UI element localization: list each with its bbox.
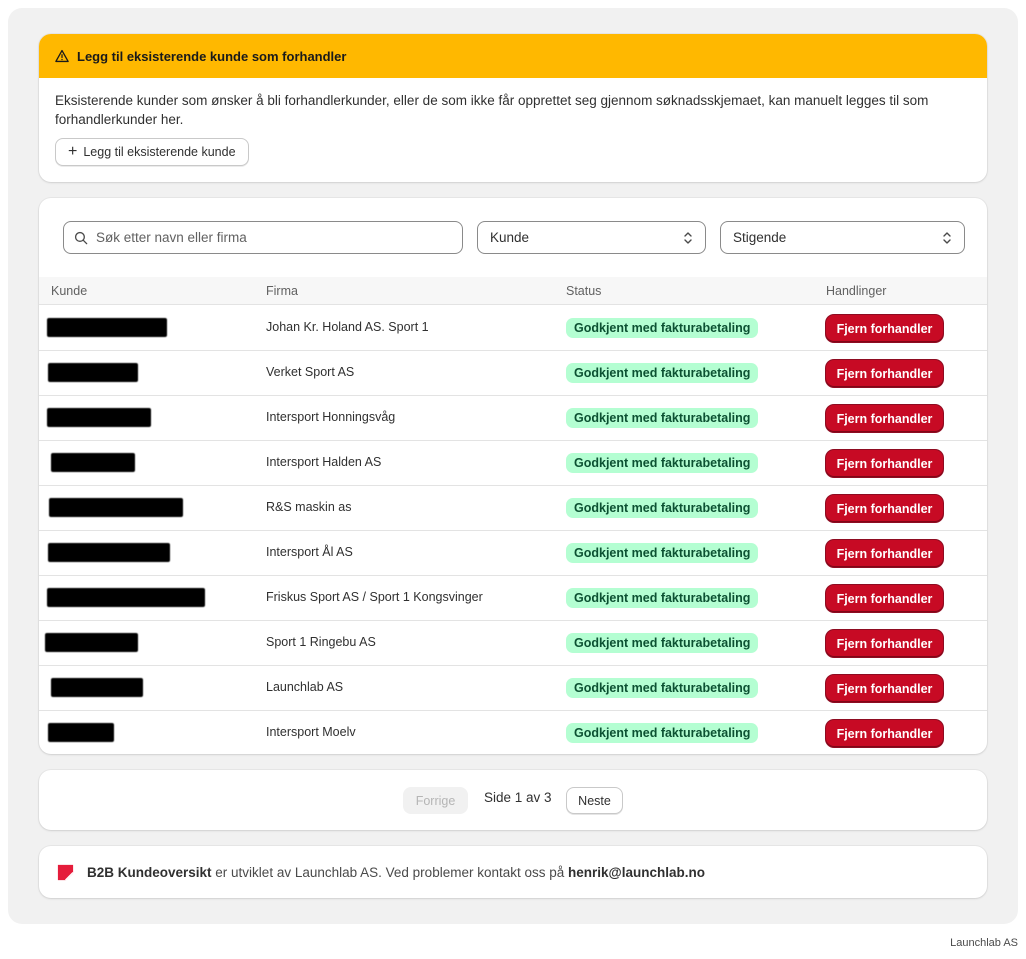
redacted-customer-name: [51, 453, 135, 472]
status-badge: Godkjent med fakturabetaling: [566, 633, 759, 653]
add-existing-customer-label: Legg til eksisterende kunde: [83, 145, 236, 159]
column-header-handlinger: Handlinger: [826, 284, 887, 298]
remove-reseller-button[interactable]: Fjern forhandler: [826, 360, 943, 387]
redacted-customer-name: [48, 723, 114, 742]
remove-reseller-button[interactable]: Fjern forhandler: [826, 450, 943, 477]
sort-field-select[interactable]: Kunde: [477, 221, 706, 254]
previous-page-button[interactable]: Forrige: [403, 787, 468, 814]
redacted-customer-name: [47, 318, 167, 337]
redacted-customer-name: [47, 588, 205, 607]
launchlab-logo-icon: [57, 864, 74, 881]
remove-reseller-button[interactable]: Fjern forhandler: [826, 495, 943, 522]
sort-field-value: Kunde: [490, 230, 530, 245]
status-badge: Godkjent med fakturabetaling: [566, 453, 759, 473]
select-chevron-icon: [942, 231, 952, 245]
redacted-customer-name: [45, 633, 138, 652]
warning-icon: [55, 49, 69, 63]
status-badge: Godkjent med fakturabetaling: [566, 318, 759, 338]
next-page-button[interactable]: Neste: [566, 787, 623, 814]
column-header-firma: Firma: [266, 284, 298, 298]
remove-reseller-button[interactable]: Fjern forhandler: [826, 405, 943, 432]
add-existing-customer-card: Legg til eksisterende kunde som forhandl…: [39, 34, 987, 182]
table-header: Kunde Firma Status Handlinger: [39, 277, 987, 305]
plus-icon: +: [68, 143, 78, 160]
search-icon: [74, 231, 88, 244]
footer-email-link[interactable]: henrik@launchlab.no: [568, 865, 705, 880]
remove-reseller-button[interactable]: Fjern forhandler: [826, 540, 943, 567]
page-indicator: Side 1 av 3: [484, 790, 552, 805]
table-row: Verket Sport AS Godkjent med fakturabeta…: [39, 351, 987, 396]
table-row: Intersport Honningsvåg Godkjent med fakt…: [39, 396, 987, 441]
pagination-card: Forrige Side 1 av 3 Neste: [39, 770, 987, 830]
search-field[interactable]: [63, 221, 463, 254]
banner-description: Eksisterende kunder som ønsker å bli for…: [55, 93, 929, 127]
status-badge: Godkjent med fakturabetaling: [566, 408, 759, 428]
banner-header: Legg til eksisterende kunde som forhandl…: [39, 34, 987, 78]
firma-cell: Launchlab AS: [266, 680, 344, 694]
sort-order-select[interactable]: Stigende: [720, 221, 965, 254]
table-row: Intersport Ål AS Godkjent med fakturabet…: [39, 531, 987, 576]
column-header-kunde: Kunde: [51, 284, 88, 298]
table-row: Sport 1 Ringebu AS Godkjent med fakturab…: [39, 621, 987, 666]
footer-text: B2B Kundeoversikt er utviklet av Launchl…: [87, 865, 705, 880]
sort-order-value: Stigende: [733, 230, 787, 245]
status-badge: Godkjent med fakturabetaling: [566, 723, 759, 743]
footer-card: B2B Kundeoversikt er utviklet av Launchl…: [39, 846, 987, 898]
add-existing-customer-button[interactable]: + Legg til eksisterende kunde: [55, 138, 249, 166]
firma-cell: Intersport Honningsvåg: [266, 410, 396, 424]
firma-cell: Friskus Sport AS / Sport 1 Kongsvinger: [266, 590, 483, 604]
status-badge: Godkjent med fakturabetaling: [566, 498, 759, 518]
status-badge: Godkjent med fakturabetaling: [566, 543, 759, 563]
footer-body: er utviklet av Launchlab AS. Ved problem…: [211, 864, 569, 880]
remove-reseller-button[interactable]: Fjern forhandler: [826, 585, 943, 612]
search-input[interactable]: [96, 230, 436, 245]
table-row: Friskus Sport AS / Sport 1 Kongsvinger G…: [39, 576, 987, 621]
remove-reseller-button[interactable]: Fjern forhandler: [826, 315, 943, 342]
redacted-customer-name: [48, 363, 138, 382]
column-header-status: Status: [566, 284, 602, 298]
firma-cell: Intersport Ål AS: [266, 545, 353, 559]
remove-reseller-button[interactable]: Fjern forhandler: [826, 630, 943, 657]
table-row: Intersport Halden AS Godkjent med faktur…: [39, 441, 987, 486]
firma-cell: Intersport Halden AS: [266, 455, 382, 469]
select-chevron-icon: [683, 231, 693, 245]
reseller-table-card: Kunde Stigende Kunde Firma Status Handli…: [39, 198, 987, 754]
table-row: Launchlab AS Godkjent med fakturabetalin…: [39, 666, 987, 711]
footer-app-name: B2B Kundeoversikt: [87, 864, 212, 880]
table-body: Johan Kr. Holand AS. Sport 1 Godkjent me…: [39, 306, 987, 754]
filter-bar: Kunde Stigende: [63, 221, 965, 254]
redacted-customer-name: [47, 408, 151, 427]
firma-cell: R&S maskin as: [266, 500, 352, 514]
table-row: Johan Kr. Holand AS. Sport 1 Godkjent me…: [39, 306, 987, 351]
redacted-customer-name: [48, 543, 170, 562]
firma-cell: Intersport Moelv: [266, 725, 356, 739]
remove-reseller-button[interactable]: Fjern forhandler: [826, 675, 943, 702]
status-badge: Godkjent med fakturabetaling: [566, 363, 759, 383]
redacted-customer-name: [51, 678, 143, 697]
banner-title: Legg til eksisterende kunde som forhandl…: [77, 48, 347, 64]
watermark-text: Launchlab AS: [950, 937, 1018, 949]
redacted-customer-name: [49, 498, 183, 517]
firma-cell: Johan Kr. Holand AS. Sport 1: [266, 320, 429, 334]
remove-reseller-button[interactable]: Fjern forhandler: [826, 720, 943, 747]
firma-cell: Verket Sport AS: [266, 365, 355, 379]
status-badge: Godkjent med fakturabetaling: [566, 678, 759, 698]
firma-cell: Sport 1 Ringebu AS: [266, 635, 376, 649]
status-badge: Godkjent med fakturabetaling: [566, 588, 759, 608]
table-row: Intersport Moelv Godkjent med fakturabet…: [39, 711, 987, 754]
table-row: R&S maskin as Godkjent med fakturabetali…: [39, 486, 987, 531]
